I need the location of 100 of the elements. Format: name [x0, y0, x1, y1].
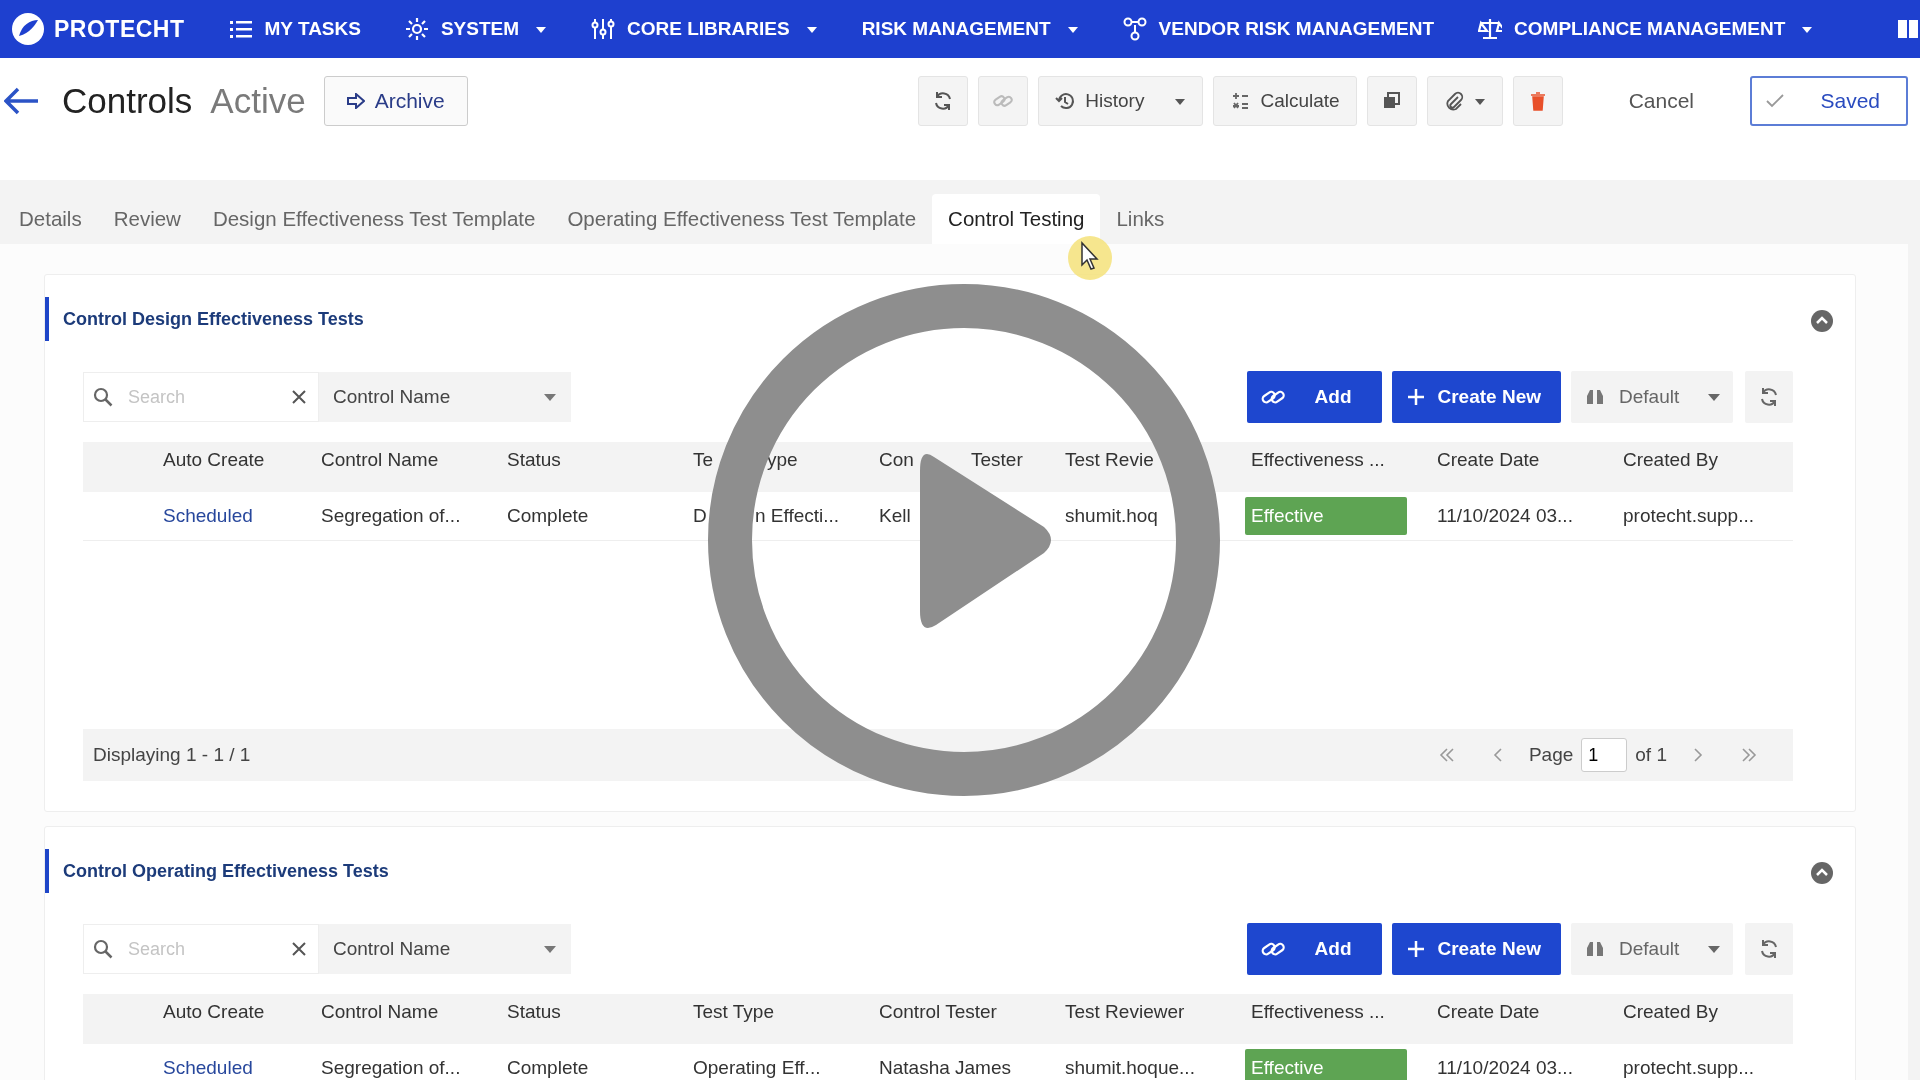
table-cell-text: Kell	[878, 504, 912, 528]
caret-icon	[1473, 96, 1486, 106]
table-cell-text: shumit.hoque...	[1064, 1056, 1196, 1080]
table-cell: n Effecti...	[755, 505, 840, 527]
archive-button[interactable]: Archive	[323, 76, 468, 126]
copy-button[interactable]	[1366, 76, 1417, 126]
column-header[interactable]: Test Reviewer	[1053, 994, 1239, 1030]
clear-icon[interactable]	[291, 941, 307, 957]
page-input[interactable]: 1	[1581, 738, 1628, 772]
collapse-icon[interactable]	[1811, 310, 1833, 332]
column-header[interactable]: Created By	[1611, 994, 1793, 1030]
network-icon	[1122, 17, 1147, 41]
table-cell-text: Complete	[506, 1056, 590, 1080]
column-header[interactable]: Control Tester	[867, 994, 1053, 1030]
auto-create-link[interactable]: Scheduled	[151, 492, 309, 540]
search-icon	[93, 939, 113, 959]
column-header[interactable]: Effectiveness ...	[1239, 442, 1425, 478]
caret-icon	[543, 944, 557, 954]
column-header[interactable]: Auto Create	[151, 994, 309, 1030]
table-cell-text: protecht.supp...	[1622, 504, 1755, 528]
paperclip-icon	[1443, 91, 1464, 111]
cancel-button[interactable]: Cancel	[1612, 76, 1710, 126]
logo-icon	[10, 11, 46, 47]
create-new-button[interactable]: Create New	[1391, 923, 1561, 975]
column-header[interactable]: Status	[495, 994, 681, 1030]
settings-icon	[404, 17, 429, 41]
nav-menu-item[interactable]: MY TASKS	[228, 17, 361, 41]
create-new-button[interactable]: Create New	[1391, 371, 1561, 423]
filter-dropdown[interactable]: Control Name	[319, 924, 571, 974]
tab[interactable]: Review	[97, 194, 197, 244]
collapse-icon[interactable]	[1811, 862, 1833, 884]
archive-arrow-icon	[346, 93, 365, 109]
saved-button[interactable]: Saved	[1750, 76, 1908, 126]
calculator-icon	[1230, 91, 1251, 111]
refresh-button[interactable]	[1745, 371, 1793, 423]
search-field[interactable]: Search	[83, 924, 319, 974]
column-header[interactable]: Created By	[1611, 442, 1793, 478]
calculate-button[interactable]: Calculate	[1213, 76, 1357, 126]
caret-icon	[543, 392, 557, 402]
column-header[interactable]: Control Name	[309, 442, 495, 478]
tab[interactable]: Operating Effectiveness Test Template	[551, 194, 933, 244]
delete-button[interactable]	[1512, 76, 1563, 126]
column-header[interactable]: Test Revie	[1053, 442, 1239, 478]
tab[interactable]: Details	[3, 194, 98, 244]
nav-menu-item[interactable]: RISK MANAGEMENT	[861, 18, 1079, 40]
refresh-icon	[1759, 387, 1779, 407]
column-header[interactable]: Status	[495, 442, 681, 478]
book-icon[interactable]	[1896, 17, 1920, 41]
add-button[interactable]: Add	[1246, 371, 1382, 423]
caret-icon	[1707, 392, 1721, 402]
column-header[interactable]: Effectiveness ...	[1239, 994, 1425, 1030]
tab[interactable]: Links	[1100, 194, 1181, 244]
column-header[interactable]: Control Name	[309, 994, 495, 1030]
refresh-button[interactable]	[1745, 923, 1793, 975]
search-field[interactable]: Search	[83, 372, 319, 422]
nav-menu-item[interactable]: COMPLIANCE MANAGEMENT	[1478, 17, 1814, 41]
column-header[interactable]: Con	[879, 449, 914, 471]
sliders-icon	[591, 17, 616, 41]
binoculars-icon	[1585, 940, 1605, 958]
first-page-icon[interactable]	[1438, 747, 1455, 763]
table-cell-text: Complete	[506, 504, 590, 528]
column-header[interactable]: Create Date	[1425, 994, 1611, 1030]
table-cell-text: 11/10/2024 03...	[1436, 504, 1574, 528]
column-header[interactable]: Test Type	[681, 994, 867, 1030]
check-icon	[1766, 94, 1784, 108]
scales-icon	[1478, 17, 1503, 41]
nav-menu-item[interactable]: SYSTEM	[404, 17, 548, 41]
table-cell-text: Operating Eff...	[692, 1056, 822, 1080]
nav-menu-item[interactable]: VENDOR RISK MANAGEMENT	[1122, 17, 1435, 41]
attachment-button[interactable]	[1426, 76, 1503, 126]
section-title: Control Design Effectiveness Tests	[63, 308, 364, 330]
binoculars-icon	[1585, 388, 1605, 406]
column-header[interactable]: Create Date	[1425, 442, 1611, 478]
back-arrow-icon[interactable]	[4, 87, 40, 115]
view-dropdown[interactable]: Default	[1571, 923, 1733, 975]
add-button[interactable]: Add	[1246, 923, 1382, 975]
last-page-icon[interactable]	[1741, 747, 1757, 763]
plus-icon	[1407, 941, 1424, 957]
page-title: Controls	[62, 81, 193, 121]
table-cell-text: Segregation of...	[320, 504, 462, 528]
table-cell-text: shumit.hoq	[1064, 504, 1159, 528]
auto-create-link[interactable]: Scheduled	[151, 1044, 309, 1080]
tab[interactable]: Design Effectiveness Test Template	[196, 194, 552, 244]
refresh-button[interactable]	[918, 76, 969, 126]
column-header[interactable]: Auto Create	[151, 442, 309, 478]
clear-icon[interactable]	[291, 389, 307, 405]
column-header[interactable]: Tester	[971, 449, 1023, 471]
filter-dropdown[interactable]: Control Name	[319, 372, 571, 422]
plus-icon	[1407, 389, 1424, 405]
history-button[interactable]: History	[1038, 76, 1204, 126]
column-header[interactable]: ype	[767, 449, 798, 471]
record-status: Active	[210, 81, 306, 121]
nav-menu-item[interactable]: CORE LIBRARIES	[591, 17, 818, 41]
view-dropdown[interactable]: Default	[1571, 371, 1733, 423]
tab[interactable]: Control Testing	[932, 194, 1101, 244]
search-icon	[93, 387, 113, 407]
copy-icon	[1381, 91, 1402, 111]
column-header[interactable]: Te	[693, 449, 714, 471]
refresh-icon	[1759, 939, 1779, 959]
history-icon	[1055, 91, 1076, 111]
